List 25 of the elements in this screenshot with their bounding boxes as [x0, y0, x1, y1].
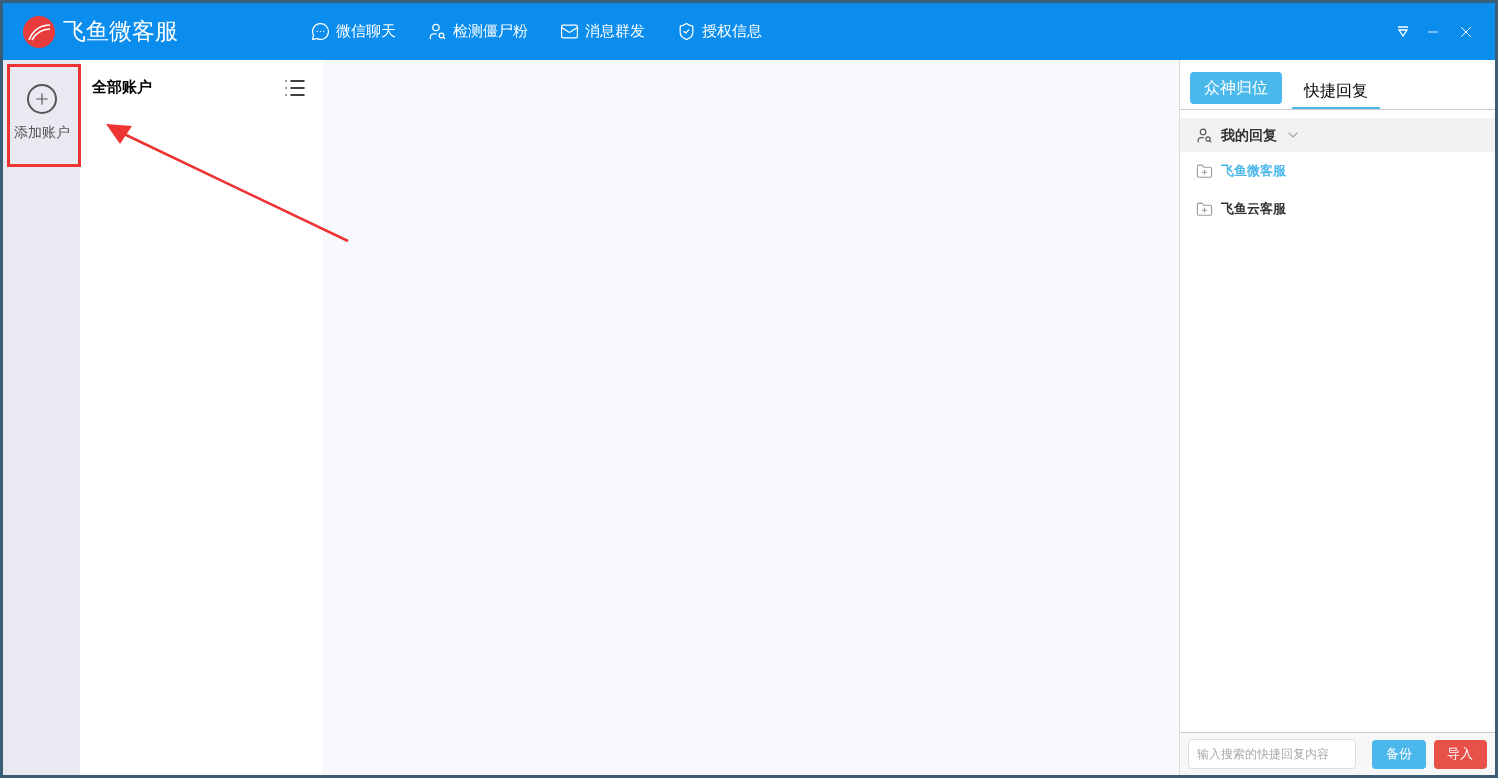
shield-check-icon — [677, 22, 696, 41]
app-title: 飞鱼微客服 — [63, 17, 179, 47]
nav-tab[interactable]: 检测僵尸粉 — [428, 20, 528, 43]
folder-item[interactable]: 飞鱼微客服 — [1180, 152, 1495, 190]
group-label: 我的回复 — [1221, 125, 1277, 145]
dropdown-triangle-icon[interactable] — [1397, 26, 1409, 37]
panel-button[interactable]: 备份 — [1372, 739, 1426, 769]
folder-item[interactable]: 飞鱼云客服 — [1180, 190, 1495, 228]
accounts-title: 全部账户 — [92, 77, 152, 98]
chat-bubble-icon — [311, 22, 330, 41]
action-button[interactable]: 众神归位 — [1190, 72, 1282, 104]
mail-icon — [560, 22, 579, 41]
user-search-icon — [428, 22, 447, 41]
panel-button[interactable]: 导入 — [1433, 739, 1487, 769]
folder-plus-icon — [1196, 200, 1213, 218]
search-field[interactable]: 输入搜索的快捷回复内容 — [1188, 739, 1356, 769]
nav-tab[interactable]: 微信聊天 — [311, 20, 396, 43]
tab[interactable]: 快捷回复 — [1292, 75, 1380, 109]
folder-plus-icon — [1196, 162, 1213, 180]
reply-group-header[interactable]: 我的回复 — [1180, 118, 1495, 152]
nav-tab[interactable]: 授权信息 — [677, 20, 762, 43]
nav-tab[interactable]: 消息群发 — [560, 20, 645, 43]
add-account-button[interactable]: 添加账户 — [13, 84, 70, 143]
fish-logo-icon — [23, 15, 55, 48]
reply-group-icon — [1196, 126, 1213, 144]
